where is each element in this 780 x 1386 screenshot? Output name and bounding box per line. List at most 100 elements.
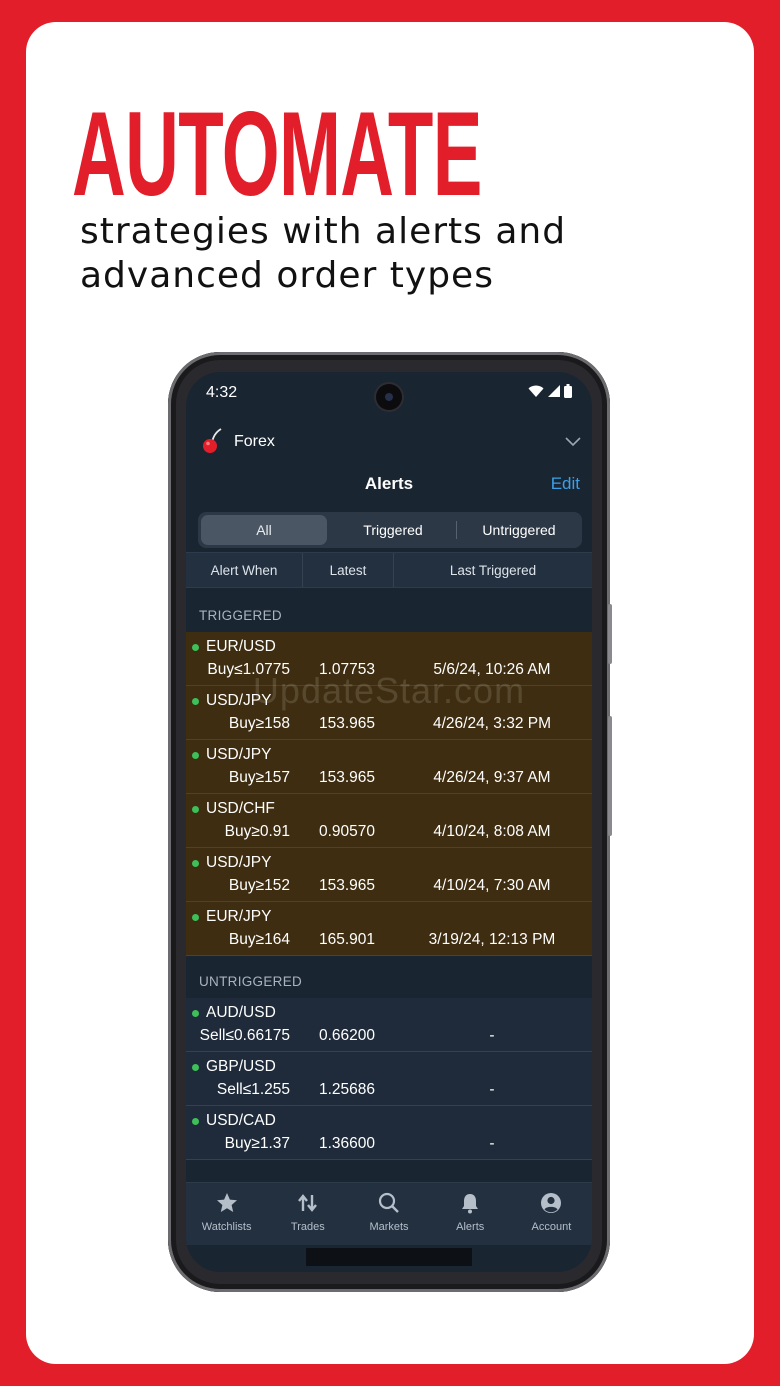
latest-price: 1.36600 [318,1135,376,1152]
last-triggered: 4/26/24, 9:37 AM [433,769,551,786]
alert-condition: Buy≥152 [228,877,290,894]
latest-price: 0.66200 [318,1027,376,1044]
last-triggered: 4/10/24, 7:30 AM [433,877,551,894]
alerts-header: Alerts Edit [186,466,592,502]
signal-icon [548,385,560,397]
currency-pair: USD/CAD [206,1112,276,1129]
status-dot-icon [192,644,199,651]
status-dot-icon [192,1010,199,1017]
table-row[interactable]: AUD/USD Sell≤0.66175 0.66200 - [186,998,592,1052]
phone-screen: 4:32 Forex Alerts Edit All Triggered Unt… [186,372,592,1272]
alert-condition: Sell≤1.255 [216,1081,290,1098]
section-untriggered-label: UNTRIGGERED [199,974,303,989]
trades-arrows-icon [297,1194,317,1212]
currency-pair: AUD/USD [206,1004,276,1021]
currency-pair: USD/JPY [206,692,272,709]
promo-headline: AUTOMATE [72,87,482,221]
tab-label: Account [531,1221,572,1233]
bell-icon [462,1194,479,1214]
table-row[interactable]: USD/CAD Buy≥1.37 1.36600 - [186,1106,592,1160]
status-dot-icon [192,698,199,705]
front-camera [376,384,402,410]
chevron-down-icon[interactable] [564,432,582,450]
latest-price: 1.07753 [318,661,376,678]
account-icon [541,1193,562,1213]
tab-trades[interactable]: Trades [267,1183,348,1245]
home-indicator[interactable] [306,1248,472,1266]
status-dot-icon [192,1118,199,1125]
tab-label: Markets [369,1221,409,1233]
column-last-triggered[interactable]: Last Triggered [394,553,592,587]
account-selector[interactable]: Forex [186,424,592,460]
status-dot-icon [192,806,199,813]
latest-price: 153.965 [318,769,376,786]
latest-price: 153.965 [318,877,376,894]
table-header: Alert When Latest Last Triggered [186,552,592,588]
tab-account[interactable]: Account [511,1183,592,1245]
alert-filter-segment: All Triggered Untriggered [198,512,582,548]
tab-label: Trades [290,1221,325,1233]
promo-subline: strategies with alerts and advanced orde… [80,210,566,298]
tab-watchlists[interactable]: Watchlists [186,1183,267,1245]
latest-price: 0.90570 [318,823,376,840]
table-row[interactable]: EUR/USD Buy≤1.0775 1.07753 5/6/24, 10:26 AM [186,632,592,686]
currency-pair: USD/JPY [206,746,272,763]
star-icon [216,1193,237,1212]
tab-label: Watchlists [201,1221,252,1233]
table-row[interactable]: USD/JPY Buy≥157 153.965 4/26/24, 9:37 AM [186,740,592,794]
last-triggered: 5/6/24, 10:26 AM [433,661,551,678]
status-icons [528,384,572,398]
alert-condition: Buy≥158 [228,715,290,732]
promo-subline-line-2: advanced order types [80,255,494,296]
latest-price: 1.25686 [318,1081,376,1098]
tab-markets[interactable]: Markets [348,1183,429,1245]
alert-condition: Buy≥157 [228,769,290,786]
search-icon [378,1192,399,1213]
column-alert-when[interactable]: Alert When [186,553,303,587]
battery-icon [564,384,572,398]
segment-all[interactable]: All [201,515,327,545]
latest-price: 153.965 [318,715,376,732]
last-triggered: 4/26/24, 3:32 PM [432,715,552,732]
table-row[interactable]: USD/CHF Buy≥0.91 0.90570 4/10/24, 8:08 AM [186,794,592,848]
status-bar: 4:32 [186,372,592,416]
alert-condition: Sell≤0.66175 [199,1027,290,1044]
last-triggered: - [489,1027,495,1044]
status-time: 4:32 [206,384,238,401]
wifi-icon [528,385,544,397]
table-row[interactable]: EUR/JPY Buy≥164 165.901 3/19/24, 12:13 PM [186,902,592,956]
phone-power-button [608,716,612,836]
tab-bar: Watchlists Trades Markets Alerts Account [186,1182,592,1245]
status-dot-icon [192,914,199,921]
table-row[interactable]: USD/JPY Buy≥152 153.965 4/10/24, 7:30 AM [186,848,592,902]
tab-alerts[interactable]: Alerts [430,1183,511,1245]
latest-price: 165.901 [318,931,376,948]
currency-pair: USD/CHF [206,800,275,817]
currency-pair: GBP/USD [206,1058,276,1075]
alert-condition: Buy≥164 [228,931,290,948]
untriggered-list: AUD/USD Sell≤0.66175 0.66200 - GBP/USD Sell≤1… [186,998,592,1160]
alert-condition: Buy≥0.91 [224,823,290,840]
last-triggered: - [489,1135,495,1152]
table-row[interactable]: USD/JPY Buy≥158 153.965 4/26/24, 3:32 PM [186,686,592,740]
currency-pair: USD/JPY [206,854,272,871]
segment-triggered[interactable]: Triggered [330,512,456,548]
triggered-list: EUR/USD Buy≤1.0775 1.07753 5/6/24, 10:26 AM… [186,632,592,956]
last-triggered: - [489,1081,495,1098]
segment-untriggered[interactable]: Untriggered [456,512,582,548]
tab-label: Alerts [456,1221,485,1233]
status-dot-icon [192,860,199,867]
currency-pair: EUR/JPY [206,908,272,925]
phone-volume-button [608,604,612,664]
column-latest[interactable]: Latest [303,553,394,587]
table-row[interactable]: GBP/USD Sell≤1.255 1.25686 - [186,1052,592,1106]
last-triggered: 3/19/24, 12:13 PM [428,931,556,948]
cherry-icon [203,428,222,453]
page-title: Alerts [364,474,414,493]
currency-pair: EUR/USD [206,638,276,655]
status-dot-icon [192,1064,199,1071]
edit-button[interactable]: Edit [551,474,580,494]
section-triggered-label: TRIGGERED [199,608,282,623]
alert-condition: Buy≥1.37 [224,1135,290,1152]
status-dot-icon [192,752,199,759]
